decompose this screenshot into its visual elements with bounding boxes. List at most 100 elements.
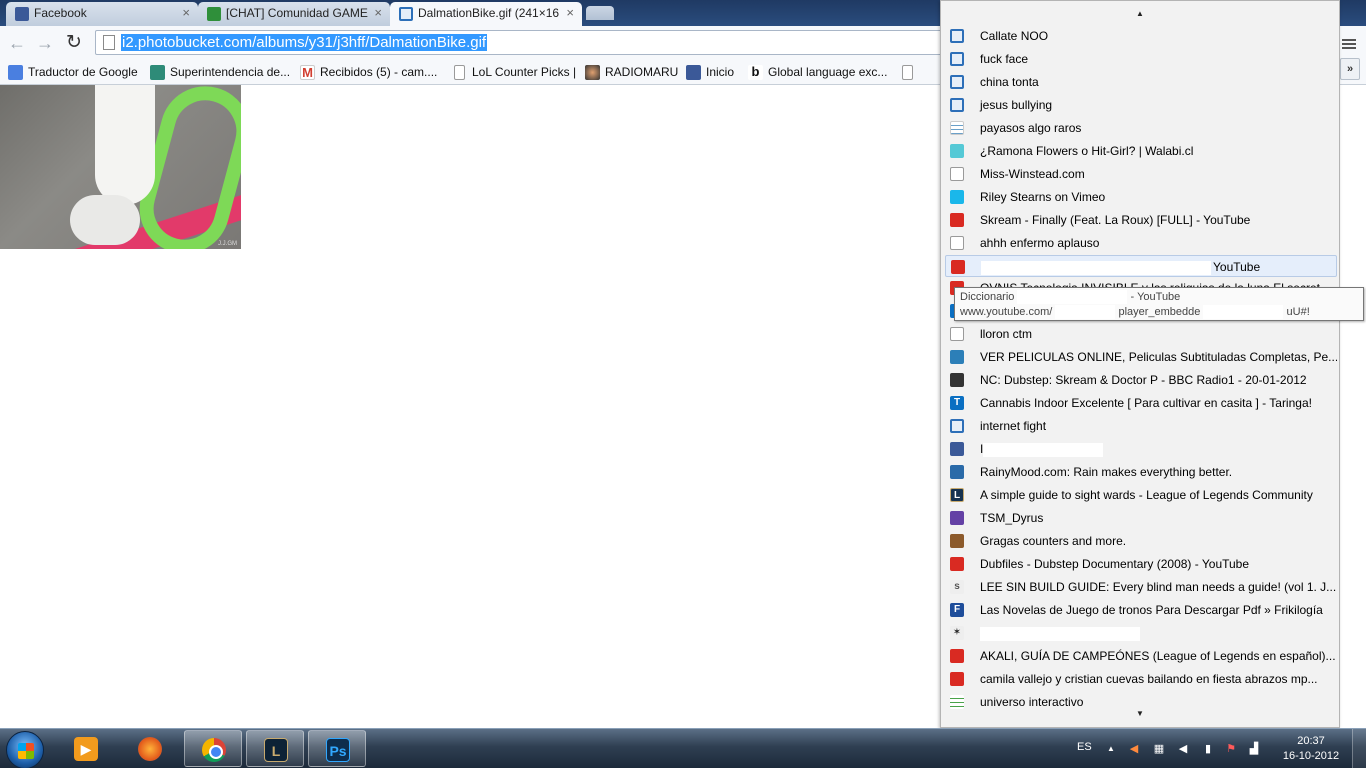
bookmark-menu-item[interactable]: Callate NOO — [945, 25, 1337, 47]
youtube-icon — [950, 672, 964, 686]
action-center-flag-icon[interactable]: ⚑ — [1225, 743, 1237, 755]
volume-icon[interactable]: ◀ — [1177, 743, 1189, 755]
b-icon: b — [748, 65, 763, 80]
photobucket-icon — [399, 7, 413, 21]
bookmark-lol-counter[interactable]: LoL Counter Picks | — [452, 63, 576, 82]
bookmark-menu-item[interactable]: L A simple guide to sight wards - League … — [945, 484, 1337, 506]
bookmark-menu-item[interactable]: NC: Dubstep: Skream & Doctor P - BBC Rad… — [945, 369, 1337, 391]
bookmark-superintendencia[interactable]: Superintendencia de... — [150, 63, 290, 82]
bookmark-recibidos[interactable]: M Recibidos (5) - cam.... — [300, 63, 437, 82]
page-icon — [950, 327, 964, 341]
taringa-icon: T — [950, 396, 964, 410]
bookmark-menu-item-label: fuck face — [980, 52, 1029, 66]
bookmark-menu-item-label: ¿Ramona Flowers o Hit-Girl? | Walabi.cl — [980, 144, 1194, 158]
bookmark-menu-item[interactable]: YouTube — [945, 255, 1337, 277]
network-icon[interactable]: ▦ — [1153, 743, 1165, 755]
scroll-up-arrow[interactable]: ▲ — [941, 9, 1339, 18]
bookmark-menu-item[interactable]: Riley Stearns on Vimeo — [945, 186, 1337, 208]
bookmark-menu-item[interactable]: internet fight — [945, 415, 1337, 437]
system-clock[interactable]: 20:37 16-10-2012 — [1280, 734, 1342, 764]
bookmark-radiomaru[interactable]: RADIOMARU — [585, 63, 678, 82]
back-button[interactable]: ← — [6, 32, 28, 54]
taskbar-firefox[interactable] — [121, 730, 179, 767]
bookmark-menu-item-label: Cannabis Indoor Excelente [ Para cultiva… — [980, 396, 1312, 410]
bookmark-global-language[interactable]: b Global language exc... — [748, 63, 887, 82]
bookmark-menu-item-label: internet fight — [980, 419, 1047, 433]
bookmark-menu-item[interactable]: jesus bullying — [945, 94, 1337, 116]
bookmark-menu-item[interactable]: VER PELICULAS ONLINE, Peliculas Subtitul… — [945, 346, 1337, 368]
bookmark-menu-item[interactable]: TSM_Dyrus — [945, 507, 1337, 529]
bookmarks-overflow-button[interactable]: » — [1340, 58, 1360, 80]
bookmark-menu-item[interactable]: fuck face — [945, 48, 1337, 70]
bookmark-menu-item[interactable]: Gragas counters and more. — [945, 530, 1337, 552]
bookmark-menu-item-label: Miss-Winstead.com — [980, 167, 1085, 181]
youtube-icon — [950, 649, 964, 663]
bookmark-menu-item[interactable]: I — [945, 438, 1337, 460]
bookmark-menu-item-label: RainyMood.com: Rain makes everything bet… — [980, 465, 1233, 479]
scroll-down-arrow[interactable]: ▼ — [941, 709, 1339, 718]
page-icon — [902, 65, 913, 80]
reload-button[interactable]: ↻ — [63, 32, 85, 54]
bookmark-menu-item[interactable]: payasos algo raros — [945, 117, 1337, 139]
taskbar-media-player[interactable]: ▶ — [57, 730, 115, 767]
battery-icon[interactable]: ▮ — [1202, 743, 1214, 755]
chrome-icon — [202, 738, 226, 762]
new-tab-button[interactable] — [586, 6, 614, 20]
facebook-icon — [686, 65, 701, 80]
wifi-signal-icon[interactable]: ▟ — [1248, 743, 1260, 755]
league-of-legends-icon: L — [264, 738, 288, 762]
media-player-icon: ▶ — [74, 737, 98, 761]
taskbar-league-of-legends[interactable]: L — [246, 730, 304, 767]
tab-chat-comunidad[interactable]: [CHAT] Comunidad GAME × — [198, 2, 390, 26]
bookmark-menu-item[interactable]: Dubfiles - Dubstep Documentary (2008) - … — [945, 553, 1337, 575]
bookmark-menu-item[interactable]: AKALI, GUÍA DE CAMPEÓNES (League of Lege… — [945, 645, 1337, 667]
close-icon[interactable]: × — [566, 5, 574, 20]
redacted-text — [980, 626, 1140, 641]
si-icon — [150, 65, 165, 80]
show-hidden-icons-button[interactable]: ▲ — [1105, 743, 1117, 755]
bookmark-menu-item-label: TSM_Dyrus — [980, 511, 1044, 525]
bookmark-menu-item[interactable]: ✶ — [945, 622, 1337, 644]
tooltip-url-end: uU#! — [1286, 306, 1310, 318]
bookmark-label: Global language exc... — [768, 65, 888, 79]
vimeo-icon — [950, 190, 964, 204]
bookmark-menu-item-label: Skream - Finally (Feat. La Roux) [FULL] … — [980, 213, 1251, 227]
tooltip-title-start: Diccionario — [960, 291, 1015, 303]
taskbar-photoshop[interactable]: Ps — [308, 730, 366, 767]
lines-icon — [950, 695, 964, 709]
bookmark-menu-item[interactable]: T Cannabis Indoor Excelente [ Para cultiv… — [945, 392, 1337, 414]
close-icon[interactable]: × — [182, 5, 190, 20]
bookmark-inicio[interactable]: Inicio — [686, 63, 734, 82]
bookmark-menu-item-label: lloron ctm — [980, 327, 1033, 341]
bookmark-traductor[interactable]: Traductor de Google — [8, 63, 138, 82]
page-icon — [103, 35, 115, 50]
bookmark-menu-item[interactable]: ¿Ramona Flowers o Hit-Girl? | Walabi.cl — [945, 140, 1337, 162]
bookmark-menu-item[interactable]: lloron ctm — [945, 323, 1337, 345]
address-bar[interactable]: i2.photobucket.com/albums/y31/j3hff/Dalm… — [95, 30, 945, 55]
tab-facebook[interactable]: Facebook × — [6, 2, 198, 26]
bookmark-menu-item[interactable]: s LEE SIN BUILD GUIDE: Every blind man ne… — [945, 576, 1337, 598]
facebook-icon — [950, 442, 964, 456]
forward-button[interactable]: → — [34, 32, 56, 54]
bookmark-menu-item[interactable]: china tonta — [945, 71, 1337, 93]
close-icon[interactable]: × — [374, 5, 382, 20]
url-text[interactable]: i2.photobucket.com/albums/y31/j3hff/Dalm… — [121, 34, 488, 51]
taskbar-chrome[interactable] — [184, 730, 242, 767]
tab-dalmationbike[interactable]: DalmationBike.gif (241×16 × — [390, 2, 582, 26]
bookmark-tooltip: Diccionario - YouTube www.youtube.com/ p… — [954, 287, 1364, 321]
wrench-menu-icon[interactable] — [1342, 37, 1356, 51]
bookmark-menu-item[interactable]: Miss-Winstead.com — [945, 163, 1337, 185]
start-button[interactable] — [6, 731, 44, 768]
bookmark-menu-item[interactable]: F Las Novelas de Juego de tronos Para Des… — [945, 599, 1337, 621]
bookmark-menu-item-label: LEE SIN BUILD GUIDE: Every blind man nee… — [980, 580, 1337, 594]
page-icon — [950, 167, 964, 181]
bookmark-menu-item[interactable]: RainyMood.com: Rain makes everything bet… — [945, 461, 1337, 483]
bookmark-page[interactable] — [900, 63, 920, 82]
bookmark-menu-item[interactable]: Skream - Finally (Feat. La Roux) [FULL] … — [945, 209, 1337, 231]
speaker-muted-icon[interactable]: ◀ — [1128, 743, 1140, 755]
language-indicator[interactable]: ES — [1077, 741, 1092, 757]
bookmark-menu-item[interactable]: ahhh enfermo aplauso — [945, 232, 1337, 254]
show-desktop-button[interactable] — [1352, 729, 1366, 768]
bookmark-menu-item-label: Las Novelas de Juego de tronos Para Desc… — [980, 603, 1323, 617]
bookmark-menu-item[interactable]: camila vallejo y cristian cuevas bailand… — [945, 668, 1337, 690]
